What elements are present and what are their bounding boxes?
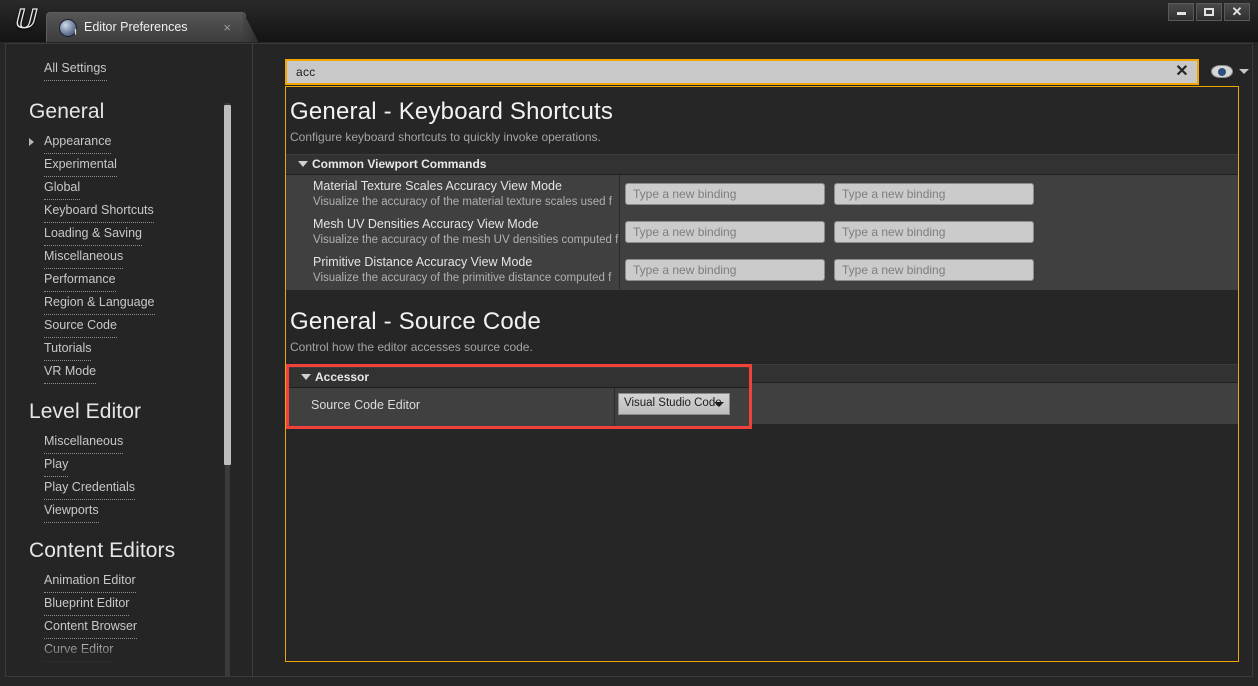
content-frame: All Settings General Appearance Experime…	[5, 43, 1253, 678]
sidebar-item-global[interactable]: Global	[44, 177, 81, 200]
close-button[interactable]: ✕	[1224, 3, 1250, 21]
source-code-description: Control how the editor accesses source c…	[290, 340, 533, 354]
panel-right-edge	[1238, 175, 1239, 290]
chevron-down-icon	[1239, 69, 1249, 74]
settings-main-panel: acc ✕ General - Keyboard Shortcuts Confi…	[280, 59, 1249, 665]
binding-secondary-input[interactable]: Type a new binding	[834, 183, 1034, 205]
close-icon[interactable]: ×	[223, 21, 231, 35]
common-viewport-commands-body: Material Texture Scales Accuracy View Mo…	[286, 175, 1238, 290]
table-row: Material Texture Scales Accuracy View Mo…	[286, 175, 1238, 213]
sidebar-scrollbar-thumb[interactable]	[224, 105, 231, 465]
accessor-header[interactable]: Accessor	[289, 367, 749, 388]
sidebar-item-tutorials[interactable]: Tutorials	[44, 338, 92, 361]
editor-preferences-window: 𝕌 Editor Preferences × ✕ All Settings Ge…	[0, 0, 1258, 686]
source-code-title: General - Source Code	[290, 308, 541, 335]
search-row: acc ✕	[285, 59, 1249, 85]
keyboard-shortcuts-title: General - Keyboard Shortcuts	[290, 98, 614, 125]
sidebar-group-content-editors: Content Editors	[29, 539, 176, 562]
maximize-button[interactable]	[1196, 3, 1222, 21]
sidebar-item-source-code[interactable]: Source Code	[44, 315, 117, 338]
window-body: All Settings General Appearance Experime…	[0, 42, 1258, 686]
command-name: Primitive Distance Accuracy View Mode	[313, 255, 533, 269]
common-viewport-commands-section: Common Viewport Commands Material Textur…	[286, 154, 1238, 290]
table-row: Mesh UV Densities Accuracy View Mode Vis…	[286, 213, 1238, 251]
command-description: Visualize the accuracy of the material t…	[313, 196, 612, 208]
command-description: Visualize the accuracy of the primitive …	[313, 272, 612, 284]
title-bar: 𝕌 Editor Preferences × ✕	[0, 0, 1258, 43]
search-input[interactable]: acc ✕	[285, 59, 1199, 85]
sidebar-item-curve-editor[interactable]: Curve Editor	[44, 639, 114, 662]
binding-secondary-input[interactable]: Type a new binding	[834, 259, 1034, 281]
tab-editor-preferences[interactable]: Editor Preferences ×	[46, 12, 246, 42]
dropdown-selected-value: Visual Studio Code	[624, 397, 722, 409]
binding-secondary-input[interactable]: Type a new binding	[834, 221, 1034, 243]
search-input-value: acc	[296, 65, 316, 79]
column-divider	[614, 388, 615, 426]
accessor-band-extension	[752, 364, 1238, 424]
sidebar-item-play-credentials[interactable]: Play Credentials	[44, 477, 136, 500]
sidebar-item-region-and-language[interactable]: Region & Language	[44, 292, 155, 315]
sidebar-item-viewports[interactable]: Viewports	[44, 500, 99, 523]
accessor-band-header	[752, 364, 1238, 383]
keyboard-shortcuts-description: Configure keyboard shortcuts to quickly …	[290, 130, 601, 144]
sidebar-item-vr-mode[interactable]: VR Mode	[44, 361, 97, 384]
sidebar-item-miscellaneous-general[interactable]: Miscellaneous	[44, 246, 124, 269]
editor-preferences-icon	[59, 19, 77, 37]
eye-icon	[1211, 65, 1233, 78]
unreal-engine-logo-icon: 𝕌	[12, 4, 36, 34]
column-divider	[619, 175, 620, 290]
settings-scroll-pane: General - Keyboard Shortcuts Configure k…	[285, 86, 1239, 662]
sidebar-nav-list: All Settings General Appearance Experime…	[7, 58, 222, 662]
binding-primary-input[interactable]: Type a new binding	[625, 259, 825, 281]
accessor-section: Accessor Source Code Editor Visual Studi…	[286, 364, 1238, 429]
accessor-body: Source Code Editor Visual Studio Code	[289, 388, 749, 426]
sidebar-item-miscellaneous-level[interactable]: Miscellaneous	[44, 431, 124, 454]
settings-sidebar: All Settings General Appearance Experime…	[7, 45, 247, 676]
sidebar-group-level-editor: Level Editor	[29, 400, 142, 423]
sidebar-item-experimental[interactable]: Experimental	[44, 154, 117, 177]
sidebar-item-loading-and-saving[interactable]: Loading & Saving	[44, 223, 142, 246]
source-code-editor-label: Source Code Editor	[311, 398, 421, 412]
accessor-highlight-box: Accessor Source Code Editor Visual Studi…	[286, 364, 752, 429]
command-description: Visualize the accuracy of the mesh UV de…	[313, 234, 619, 246]
sidebar-item-blueprint-editor[interactable]: Blueprint Editor	[44, 593, 130, 616]
tab-label: Editor Preferences	[84, 20, 188, 34]
window-controls: ✕	[1168, 3, 1250, 21]
sidebar-item-keyboard-shortcuts[interactable]: Keyboard Shortcuts	[44, 200, 154, 223]
minimize-button[interactable]	[1168, 3, 1194, 21]
sidebar-item-play[interactable]: Play	[44, 454, 69, 477]
source-code-editor-dropdown[interactable]: Visual Studio Code	[618, 393, 730, 415]
clear-search-icon[interactable]: ✕	[1173, 63, 1191, 81]
section-title: Accessor	[315, 370, 370, 384]
common-viewport-commands-header[interactable]: Common Viewport Commands	[286, 154, 1238, 175]
binding-primary-input[interactable]: Type a new binding	[625, 221, 825, 243]
sidebar-item-appearance[interactable]: Appearance	[28, 131, 112, 154]
command-name: Mesh UV Densities Accuracy View Mode	[313, 217, 539, 231]
sidebar-divider	[252, 44, 253, 678]
sidebar-item-content-browser[interactable]: Content Browser	[44, 616, 138, 639]
sidebar-item-all-settings[interactable]: All Settings	[44, 58, 107, 81]
section-title: Common Viewport Commands	[312, 157, 487, 171]
sidebar-item-performance[interactable]: Performance	[44, 269, 116, 292]
view-options-button[interactable]	[1211, 61, 1253, 83]
accessor-band-body	[752, 383, 1238, 424]
collapse-triangle-icon	[301, 374, 311, 380]
collapse-triangle-icon	[298, 161, 308, 167]
chevron-down-icon	[714, 402, 724, 407]
command-name: Material Texture Scales Accuracy View Mo…	[313, 179, 562, 193]
table-row: Primitive Distance Accuracy View Mode Vi…	[286, 251, 1238, 289]
sidebar-group-general: General	[29, 100, 105, 123]
binding-primary-input[interactable]: Type a new binding	[625, 183, 825, 205]
sidebar-item-animation-editor[interactable]: Animation Editor	[44, 570, 136, 593]
